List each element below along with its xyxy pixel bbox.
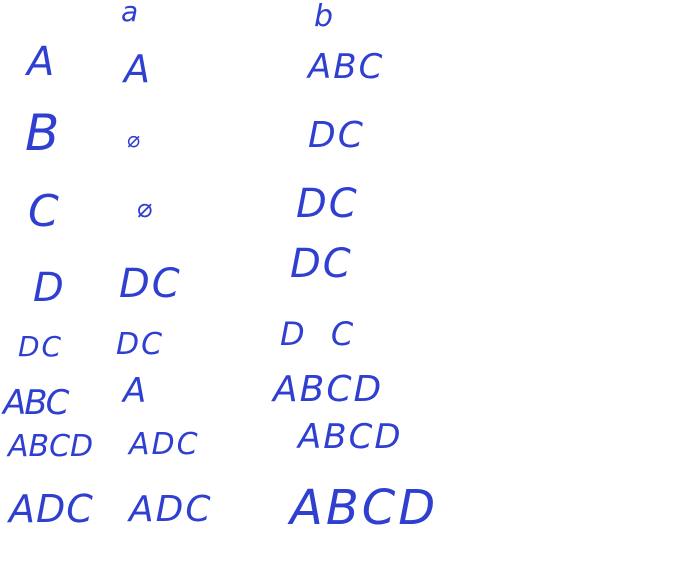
middle-entry: ADC: [129, 427, 200, 462]
left-entry: ABC: [3, 383, 69, 423]
handwriting-canvas: a b A B C D DC ABC ABCD ADC A ⌀ ⌀ DC DC …: [0, 0, 696, 564]
left-entry: D: [33, 265, 66, 311]
right-entry: ABCD: [273, 369, 384, 410]
middle-entry: DC: [116, 327, 165, 362]
middle-entry: ⌀: [127, 128, 143, 153]
right-entry: ABCD: [298, 417, 403, 457]
column-header-b: b: [314, 0, 336, 34]
middle-entry: A: [123, 371, 149, 411]
middle-entry: ADC: [129, 489, 213, 530]
left-entry: DC: [18, 330, 64, 363]
middle-entry: ⌀: [137, 194, 155, 224]
right-entry: DC: [290, 241, 353, 287]
middle-entry: DC: [119, 261, 182, 307]
left-entry: C: [28, 186, 61, 237]
left-entry: ABCD: [8, 429, 94, 464]
left-entry: ADC: [9, 487, 94, 531]
right-entry: DC: [296, 181, 359, 227]
right-entry: ABC: [308, 47, 385, 87]
middle-entry: A: [124, 47, 152, 91]
left-entry: A: [27, 39, 57, 85]
right-entry: D C: [280, 315, 362, 353]
column-header-a: a: [121, 0, 141, 28]
right-entry: ABCD: [290, 480, 439, 536]
left-entry: B: [25, 104, 62, 162]
right-entry: DC: [308, 115, 365, 156]
